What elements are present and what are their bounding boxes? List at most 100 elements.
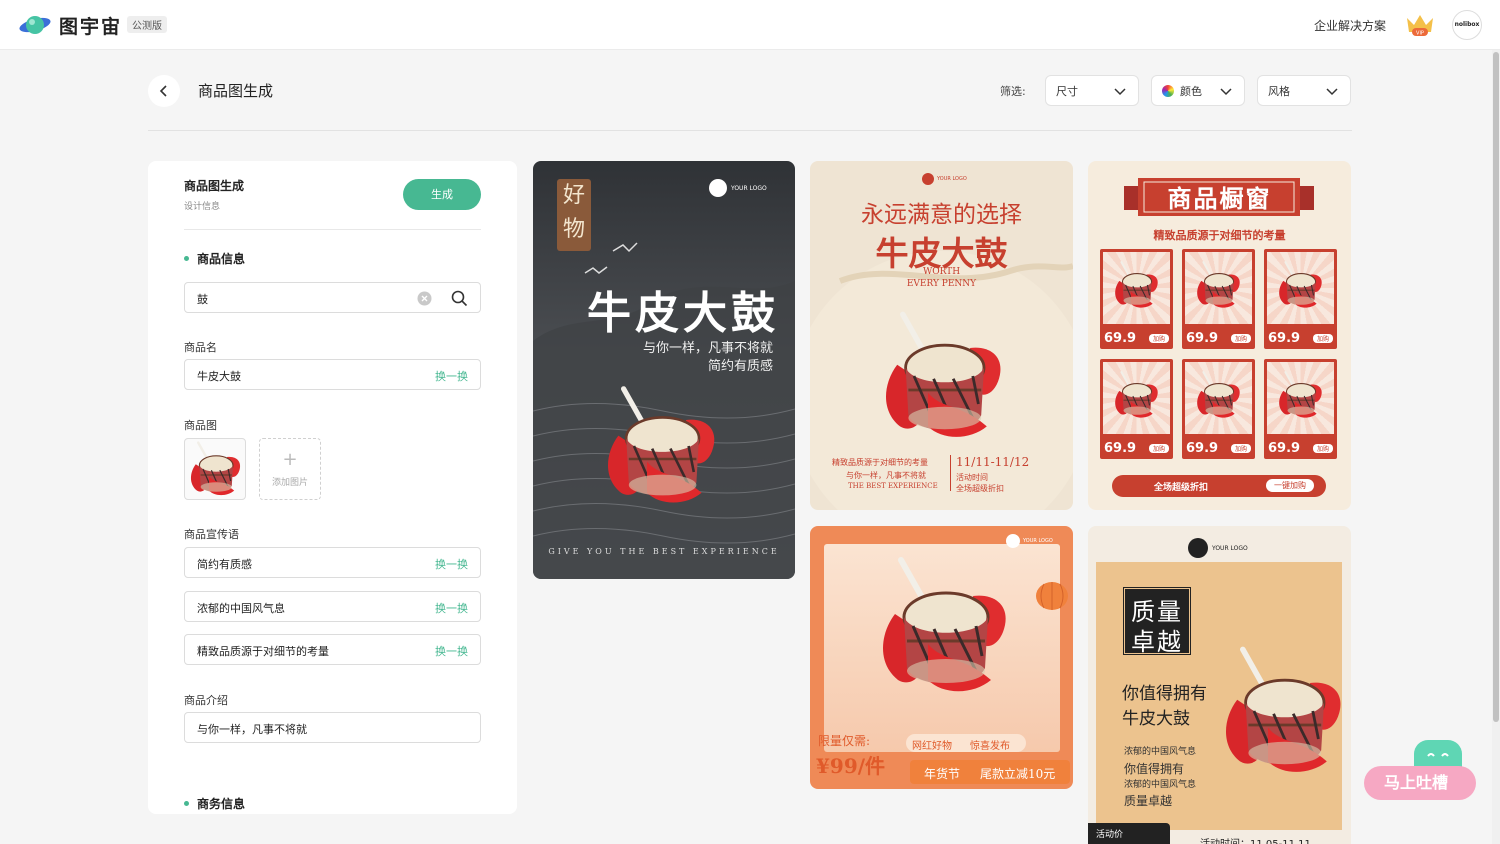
poster-tag-4: 尾款立减10元	[980, 767, 1056, 781]
cell-buy-tag: 加购	[1148, 444, 1169, 453]
enterprise-solutions-link[interactable]: 企业解决方案	[1314, 17, 1386, 34]
product-info-heading-label: 商品信息	[197, 252, 246, 266]
slogan-value: 精致品质源于对细节的考量	[197, 645, 329, 658]
cell-price: 69.9	[1186, 331, 1219, 346]
search-icon[interactable]	[451, 290, 468, 307]
color-filter-label: 颜色	[1180, 84, 1202, 98]
logo-text: YOUR LOGO	[731, 184, 767, 192]
logo-circle-icon	[1188, 538, 1208, 558]
poster-tag-row: 网红好物 惊喜发布	[906, 734, 1026, 752]
poster-small-4: 质量卓越	[1124, 794, 1173, 808]
section-dot-icon	[184, 801, 189, 806]
cell-price: 69.9	[1104, 441, 1137, 456]
poster-small-2: 你值得拥有	[1124, 762, 1185, 776]
drum-image	[1274, 255, 1326, 315]
color-filter-dropdown[interactable]: 颜色	[1151, 75, 1245, 106]
lantern-icon	[1036, 582, 1068, 610]
style-filter-dropdown[interactable]: 风格	[1257, 75, 1351, 106]
poster-desc-1: 精致品质源于对细节的考量	[832, 458, 928, 467]
product-grid-cell: 69.9 加购	[1100, 359, 1173, 459]
poster-tag-3: 年货节	[924, 767, 961, 781]
poster-card-5[interactable]: YOUR LOGO 质量 卓越 你值得拥有 牛皮大鼓 浓郁的中国风气息 你值得拥…	[1088, 526, 1351, 844]
slogan-field[interactable]: 浓郁的中国风气息 换一换	[184, 591, 481, 622]
swap-button[interactable]: 换一换	[435, 643, 468, 659]
swap-button[interactable]: 换一换	[435, 556, 468, 572]
slogan-field[interactable]: 精致品质源于对细节的考量 换一换	[184, 634, 481, 665]
poster-subtitle: 精致品质源于对细节的考量	[1153, 229, 1286, 242]
product-grid-cell: 69.9 加购	[1264, 359, 1337, 459]
quality-box-line-2: 卓越	[1131, 628, 1183, 656]
product-info-heading: 商品信息	[184, 250, 245, 267]
scrollbar-thumb[interactable]	[1493, 52, 1499, 722]
poster-small-3: 浓郁的中国风气息	[1124, 780, 1197, 790]
add-image-button[interactable]: + 添加图片	[259, 438, 321, 500]
cell-price: 69.9	[1268, 441, 1301, 456]
slogan-value: 浓郁的中国风气息	[197, 602, 285, 615]
cell-buy-tag: 加购	[1312, 334, 1333, 343]
poster-card-3[interactable]: 商品橱窗 精致品质源于对细节的考量 69.9 加购 69.9 加购 69.9 加购 69.9…	[1088, 161, 1351, 510]
poster-event-2: 全场超级折扣	[956, 484, 1004, 493]
clear-icon[interactable]	[417, 291, 432, 306]
product-grid-cell: 69.9 加购	[1264, 249, 1337, 349]
panel-title: 商品图生成	[184, 179, 245, 193]
product-search-input[interactable]: 鼓	[184, 282, 481, 313]
activity-badge-label: 活动价	[1096, 830, 1124, 840]
plus-icon: +	[282, 449, 298, 470]
generate-button[interactable]: 生成	[403, 179, 481, 210]
drum-image	[1192, 255, 1244, 315]
design-info-panel: 商品图生成 设计信息 生成 商品信息 鼓 商品名 牛皮大鼓 换一换 商品图 + …	[148, 161, 517, 814]
seal-badge: 好物	[557, 179, 591, 251]
product-name-field[interactable]: 牛皮大鼓 换一换	[184, 359, 481, 390]
back-button[interactable]	[148, 75, 180, 107]
intro-label: 商品介绍	[184, 694, 228, 707]
poster-logo: YOUR LOGO	[709, 179, 767, 197]
panel-divider	[184, 229, 481, 230]
poster-card-4[interactable]: YOUR LOGO 限量仅需: ¥99/件 网红好物 惊喜发布 年货节 尾款立减…	[810, 526, 1073, 789]
size-filter-dropdown[interactable]: 尺寸	[1045, 75, 1139, 106]
app-name[interactable]: 图宇宙	[59, 12, 122, 39]
drum-image	[1274, 365, 1326, 425]
filter-label: 筛选:	[1000, 85, 1026, 98]
vip-label: VIP	[1416, 31, 1424, 37]
page-title: 商品图生成	[198, 82, 274, 100]
beta-badge: 公测版	[127, 16, 167, 33]
poster-tag-1: 网红好物	[912, 741, 952, 752]
swap-button[interactable]: 换一换	[435, 600, 468, 616]
poster-bottom-bar: 全场超级折扣 一键加购	[1112, 475, 1326, 497]
slogan-field[interactable]: 简约有质感 换一换	[184, 547, 481, 578]
user-avatar[interactable]: nolibox	[1452, 10, 1482, 40]
poster-logo: YOUR LOGO	[922, 173, 967, 185]
cell-price: 69.9	[1104, 331, 1137, 346]
product-name-value: 牛皮大鼓	[197, 370, 241, 383]
poster-tag-2: 惊喜发布	[970, 741, 1010, 752]
drum-image	[872, 301, 1012, 451]
color-wheel-icon	[1162, 84, 1174, 97]
poster-bottom-ribbon: 年货节 尾款立减10元	[910, 760, 1070, 784]
product-grid-cell: 69.9 加购	[1100, 249, 1173, 349]
drum-image	[1110, 255, 1162, 315]
logo-circle-icon	[709, 179, 727, 197]
vip-crown-icon[interactable]: VIP	[1404, 12, 1436, 38]
activity-time: 活动时间：11.05-11.11	[1200, 835, 1311, 844]
poster-date: 11/11-11/12	[956, 455, 1030, 469]
poster-desc-3: THE BEST EXPERIENCE	[848, 482, 938, 490]
drum-image	[868, 546, 1018, 706]
poster-line-2: 简约有质感	[707, 359, 773, 374]
planet-logo-icon[interactable]	[18, 12, 52, 38]
section-dot-icon	[184, 256, 189, 261]
chevron-down-icon	[1326, 88, 1338, 96]
swap-button[interactable]: 换一换	[435, 368, 468, 384]
style-filter-label: 风格	[1268, 84, 1290, 98]
poster-price: ¥99/件	[816, 754, 886, 778]
quality-box: 质量 卓越	[1122, 586, 1192, 656]
drum-image	[1192, 365, 1244, 425]
poster-card-2[interactable]: YOUR LOGO 永远满意的选择 牛皮大鼓 WORTH EVERY PENNY…	[810, 161, 1073, 510]
product-image-thumbnail[interactable]	[184, 438, 246, 500]
product-image-label: 商品图	[184, 419, 217, 432]
poster-card-1[interactable]: 好物 YOUR LOGO 牛皮大鼓 与你一样，凡事不将就 简约有质感 GIVE …	[533, 161, 795, 579]
cell-buy-tag: 加购	[1312, 444, 1333, 453]
feedback-button[interactable]: 马上吐槽	[1364, 766, 1476, 800]
intro-field[interactable]: 与你一样，凡事不将就	[184, 712, 481, 743]
poster-line-1: 与你一样，凡事不将就	[642, 341, 773, 356]
cell-buy-tag: 加购	[1230, 334, 1251, 343]
